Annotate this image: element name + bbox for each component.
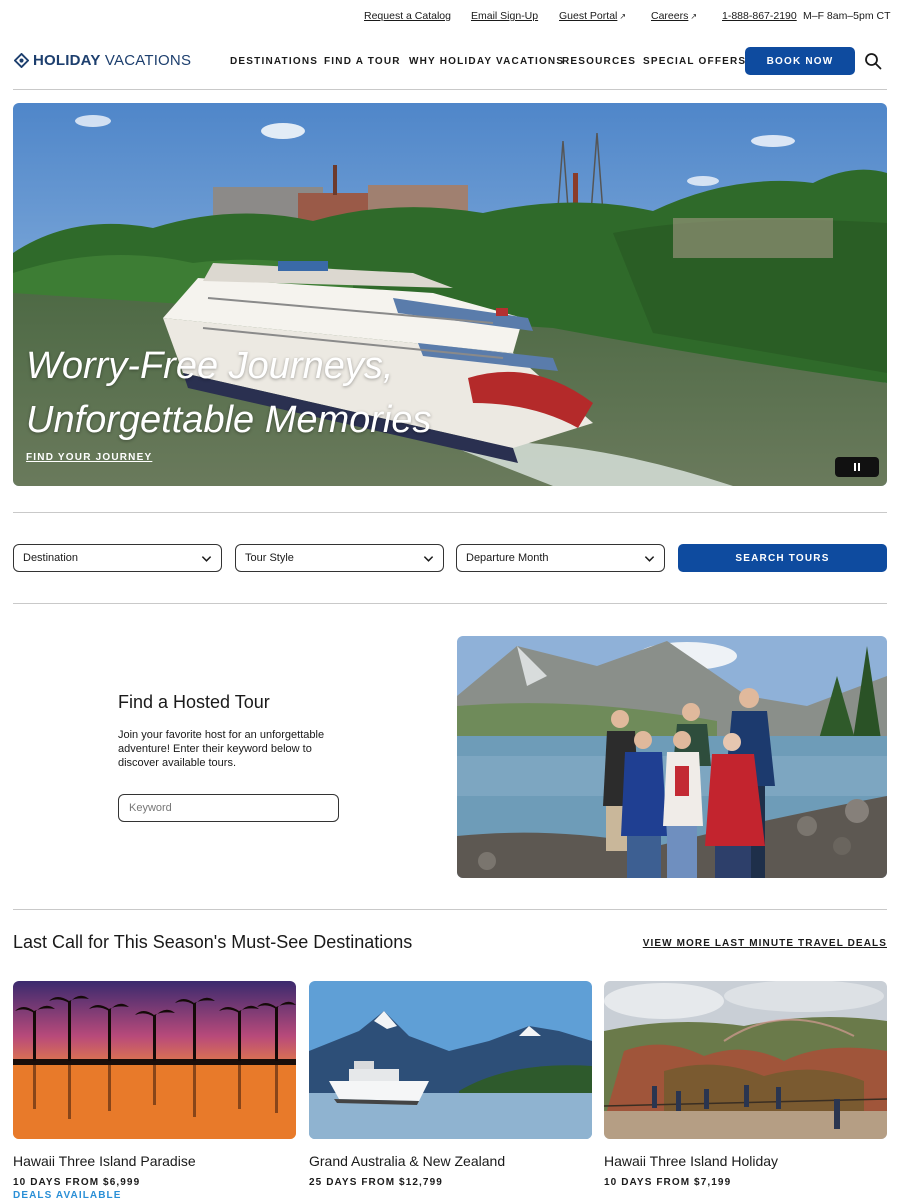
- departure-month-select-label: Departure Month: [466, 552, 549, 564]
- hosted-tour-description: Join your favorite host for an unforgett…: [118, 729, 325, 769]
- deals-available-badge: DEALS AVAILABLE: [13, 1190, 122, 1200]
- hosted-tour-photo: [457, 636, 887, 878]
- request-catalog-link[interactable]: Request a Catalog: [364, 10, 451, 22]
- chevron-down-icon: [644, 556, 655, 562]
- canyon-overlook-image: [604, 981, 887, 1139]
- guest-portal-link[interactable]: Guest Portal ↗: [559, 10, 626, 22]
- hero-title-line-2: Unforgettable Memories: [26, 399, 432, 441]
- nav-special-offers[interactable]: SPECIAL OFFERS: [643, 56, 746, 67]
- phone-link[interactable]: 1-888-867-2190: [722, 10, 797, 22]
- nav-destinations[interactable]: DESTINATIONS: [230, 56, 318, 67]
- deals-divider: [13, 909, 887, 910]
- hero-title: Worry-Free Journeys, Unforgettable Memor…: [26, 339, 432, 447]
- logo-word-2: VACATIONS: [104, 52, 192, 69]
- email-signup-link[interactable]: Email Sign-Up: [471, 10, 538, 22]
- header-divider: [13, 89, 887, 90]
- tour-card-name[interactable]: Grand Australia & New Zealand: [309, 1153, 505, 1169]
- chevron-down-icon: [423, 556, 434, 562]
- careers-link[interactable]: Careers ↗: [651, 10, 697, 22]
- nav-find-a-tour[interactable]: FIND A TOUR: [324, 56, 401, 67]
- nav-why-holiday-vacations[interactable]: WHY HOLIDAY VACATIONS: [409, 56, 564, 67]
- utility-bar: Request a Catalog Email Sign-Up Guest Po…: [0, 0, 900, 34]
- tour-card[interactable]: Hawaii Three Island Paradise 10 DAYS FRO…: [13, 981, 296, 1200]
- tour-card-name[interactable]: Hawaii Three Island Paradise: [13, 1153, 196, 1169]
- destination-select-label: Destination: [23, 552, 79, 564]
- logo-icon: [14, 53, 29, 68]
- destination-select[interactable]: Destination: [13, 544, 222, 572]
- fjord-cruise-image: [309, 981, 592, 1139]
- view-more-deals-link[interactable]: VIEW MORE LAST MINUTE TRAVEL DEALS: [643, 938, 887, 949]
- tour-card-image: [309, 981, 592, 1139]
- office-hours: M–F 8am–5pm CT: [803, 10, 891, 22]
- chevron-down-icon: [201, 556, 212, 562]
- search-divider-bottom: [13, 603, 887, 604]
- hosted-tour-title: Find a Hosted Tour: [118, 692, 270, 712]
- tour-card[interactable]: Hawaii Three Island Holiday 10 DAYS FROM…: [604, 981, 887, 1200]
- tour-card-price: 25 DAYS FROM $12,799: [309, 1177, 443, 1188]
- site-header: HOLIDAY VACATIONS DESTINATIONS FIND A TO…: [0, 34, 900, 90]
- deals-section-title: Last Call for This Season's Must-See Des…: [13, 932, 413, 952]
- logo-word-1: HOLIDAY: [33, 52, 101, 69]
- tour-card-price: 10 DAYS FROM $7,199: [604, 1177, 732, 1188]
- logo-text: HOLIDAY VACATIONS: [33, 52, 191, 69]
- tour-card[interactable]: Grand Australia & New Zealand 25 DAYS FR…: [309, 981, 592, 1200]
- find-your-journey-link[interactable]: FIND YOUR JOURNEY: [26, 452, 152, 463]
- pause-icon-bar: [858, 463, 860, 471]
- search-tours-button[interactable]: SEARCH TOURS: [678, 544, 887, 572]
- hero-title-line-1: Worry-Free Journeys,: [26, 345, 394, 387]
- group-photo: [457, 636, 887, 878]
- hero-banner: Worry-Free Journeys, Unforgettable Memor…: [13, 103, 887, 486]
- tour-style-select[interactable]: Tour Style: [235, 544, 444, 572]
- careers-label: Careers: [651, 10, 689, 22]
- keyword-input[interactable]: [118, 794, 339, 822]
- nav-resources[interactable]: RESOURCES: [562, 56, 636, 67]
- tour-card-image: [13, 981, 296, 1139]
- tour-card-image: [604, 981, 887, 1139]
- sunset-palms-image: [13, 981, 296, 1139]
- guest-portal-label: Guest Portal: [559, 10, 618, 22]
- external-link-icon: ↗: [619, 12, 627, 21]
- tour-style-select-label: Tour Style: [245, 552, 294, 564]
- book-now-button[interactable]: BOOK NOW: [745, 47, 855, 75]
- search-divider-top: [13, 512, 887, 513]
- search-icon[interactable]: [864, 52, 882, 70]
- tour-card-price: 10 DAYS FROM $6,999: [13, 1177, 141, 1188]
- pause-icon-bar: [854, 463, 856, 471]
- site-logo[interactable]: HOLIDAY VACATIONS: [14, 52, 191, 69]
- departure-month-select[interactable]: Departure Month: [456, 544, 665, 572]
- external-link-icon: ↗: [690, 12, 698, 21]
- pause-button[interactable]: [835, 457, 879, 477]
- tour-card-name[interactable]: Hawaii Three Island Holiday: [604, 1153, 778, 1169]
